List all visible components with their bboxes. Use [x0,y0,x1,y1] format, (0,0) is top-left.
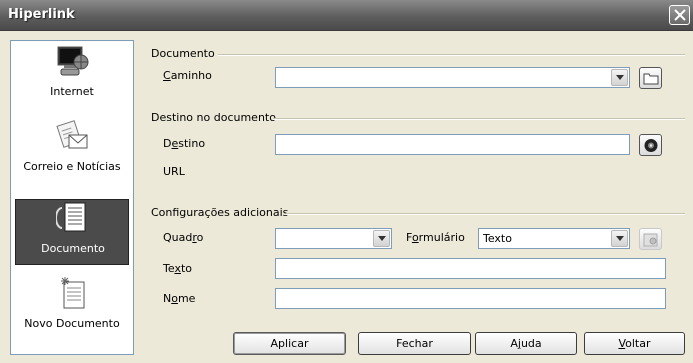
path-label: Caminho [163,69,212,82]
frame-combobox[interactable] [275,228,392,249]
dropdown-button[interactable] [373,230,390,247]
target-icon [644,139,658,152]
sidebar-item-label: Documento [41,242,105,255]
mail-news-icon [56,120,88,149]
extra-section-heading: Configurações adicionais [151,206,289,219]
frame-label: Quadro [163,231,204,244]
form-combobox[interactable]: Texto [478,228,630,249]
target-input[interactable] [275,134,630,155]
apply-button[interactable]: Aplicar [233,332,346,355]
sidebar-item-new-document[interactable]: Novo Documento [15,275,129,341]
close-button[interactable] [669,5,690,25]
window-title: Hiperlink [8,7,75,22]
close-icon [674,9,686,21]
new-document-icon [61,277,85,309]
document-section-heading: Documento [151,47,215,60]
macro-icon [643,233,658,247]
back-button[interactable]: Voltar [584,332,685,355]
chevron-down-icon [378,236,386,241]
document-icon [56,202,86,232]
section-divider [286,213,685,215]
form-value: Texto [483,232,512,245]
open-file-button[interactable] [639,67,662,89]
name-label: Nome [163,292,196,305]
sidebar-item-internet[interactable]: Internet [15,43,129,109]
target-section-heading: Destino no documento [151,111,276,124]
help-button[interactable]: Ajuda [475,332,577,355]
sidebar-item-label: Novo Documento [24,317,120,330]
form-label: Formulário [406,231,465,244]
folder-icon [643,73,659,85]
target-browse-button[interactable] [639,134,662,156]
sidebar-item-document[interactable]: Documento [15,199,129,265]
section-divider [273,118,685,120]
sidebar-item-label: Correio e Notícias [23,160,121,173]
events-button[interactable] [639,228,662,250]
close-dialog-button[interactable]: Fechar [358,332,471,355]
url-label: URL [163,165,185,178]
path-combobox[interactable] [275,67,630,88]
section-divider [218,54,685,56]
hyperlink-type-sidebar: Internet Correio e Notícias Documento No… [10,40,134,355]
dropdown-button[interactable] [611,69,628,86]
text-input[interactable] [275,258,666,279]
dropdown-button[interactable] [611,230,628,247]
target-label: Destino [163,137,206,150]
name-input[interactable] [275,288,666,309]
chevron-down-icon [616,75,624,80]
title-bar: Hiperlink [0,0,693,31]
text-label: Texto [163,262,192,275]
sidebar-item-label: Internet [50,85,94,98]
sidebar-item-mail-news[interactable]: Correio e Notícias [15,118,129,184]
chevron-down-icon [616,236,624,241]
globe-computer-icon [57,46,89,76]
